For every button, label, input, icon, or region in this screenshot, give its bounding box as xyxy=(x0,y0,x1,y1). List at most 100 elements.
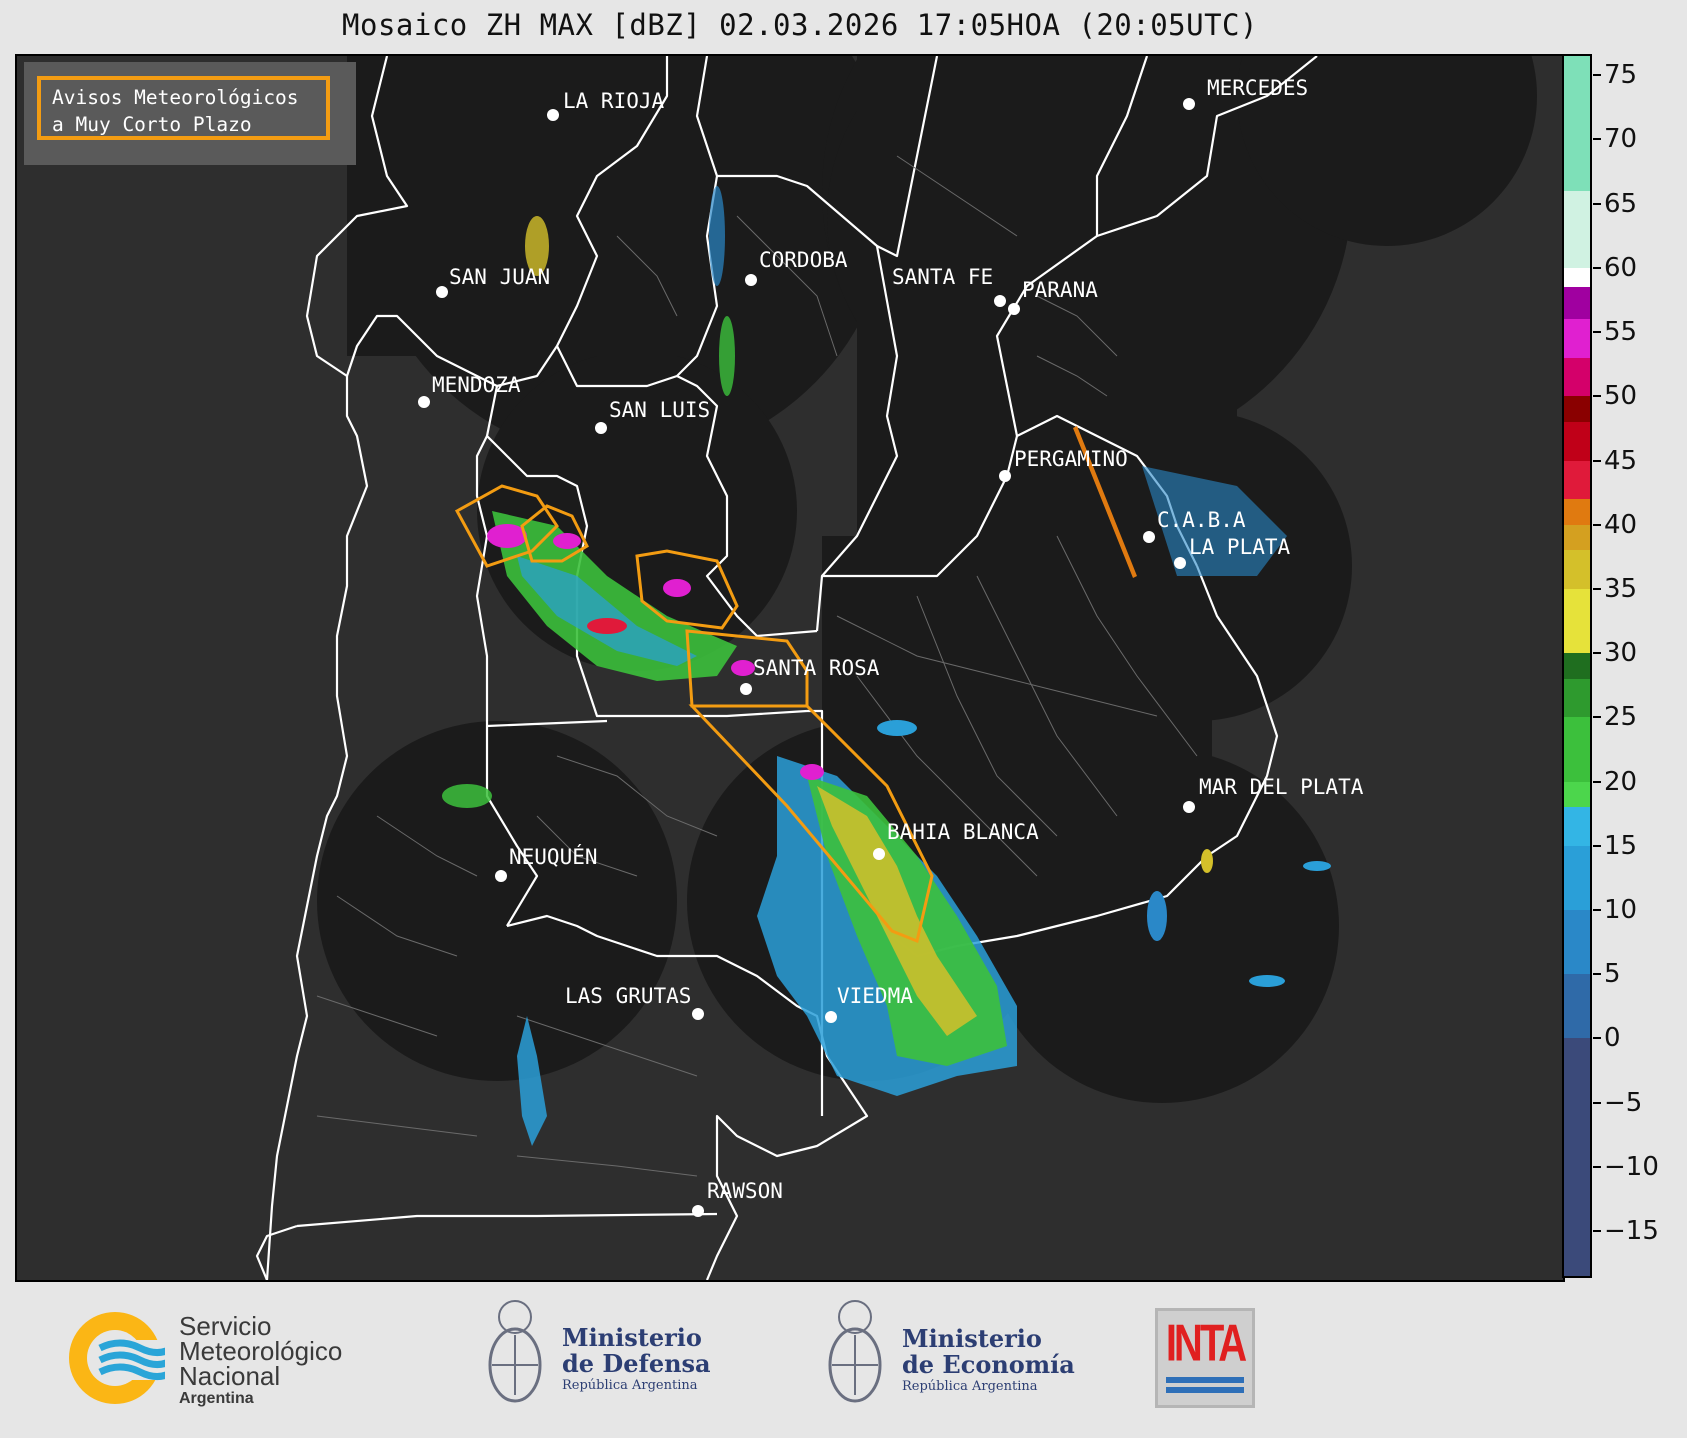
smn-logo-icon xyxy=(69,1312,178,1404)
colorbar-tick-label: 50 xyxy=(1604,381,1638,412)
smn-name-line4: Argentina xyxy=(179,1390,254,1407)
colorbar-segment xyxy=(1564,845,1590,910)
city-dot-caba xyxy=(1143,531,1155,543)
warning-legend-frame: Avisos Meteorológicos a Muy Corto Plazo xyxy=(37,76,330,140)
colorbar-tick xyxy=(1593,1230,1601,1233)
colorbar-tick-label: 0 xyxy=(1604,1023,1621,1054)
colorbar-tick xyxy=(1593,523,1601,526)
city-label-cordoba: CORDOBA xyxy=(759,248,848,272)
colorbar-tick-label: 20 xyxy=(1604,766,1638,797)
city-dot-mendoza xyxy=(418,396,430,408)
colorbar-tick-label: 15 xyxy=(1604,830,1638,861)
footer-logos: Servicio Meteorológico Nacional Argentin… xyxy=(0,1280,1687,1438)
colorbar-tick-label: 45 xyxy=(1604,445,1638,476)
colorbar-tick xyxy=(1593,74,1601,77)
colorbar-tick-label: 10 xyxy=(1604,895,1638,925)
inta-stripes xyxy=(1166,1387,1244,1393)
city-label-santa-fe: SANTA FE xyxy=(892,265,993,289)
city-dot-santa-rosa xyxy=(740,683,752,695)
city-dot-la-plata xyxy=(1174,557,1186,569)
city-dot-bahia-blanca xyxy=(873,848,885,860)
defensa-line3: República Argentina xyxy=(562,1378,698,1393)
colorbar-tick xyxy=(1593,973,1601,976)
inta-stripes xyxy=(1166,1377,1244,1383)
colorbar-tick xyxy=(1593,844,1601,847)
coat-of-arms-icon xyxy=(828,1300,882,1403)
colorbar-segment xyxy=(1564,319,1590,358)
colorbar-tick-label: 65 xyxy=(1604,188,1638,219)
colorbar-tick xyxy=(1593,331,1601,334)
colorbar-segment xyxy=(1564,422,1590,461)
city-label-rawson: RAWSON xyxy=(707,1179,783,1203)
colorbar-segment xyxy=(1564,653,1590,679)
colorbar-tick xyxy=(1593,909,1601,911)
smn-logo: Servicio Meteorológico Nacional Argentin… xyxy=(65,1308,385,1418)
coat-of-arms-icon xyxy=(488,1300,542,1403)
city-dot-la-rioja xyxy=(547,109,559,121)
colorbar-segment xyxy=(1564,910,1590,975)
colorbar-tick-label: 5 xyxy=(1604,959,1621,990)
colorbar-segment xyxy=(1564,974,1590,1039)
colorbar-segment xyxy=(1564,499,1590,525)
defensa-logo: Ministerio de Defensa República Argentin… xyxy=(480,1295,720,1425)
colorbar-tick-label: 70 xyxy=(1604,124,1638,155)
city-label-mar-del-plata: MAR DEL PLATA xyxy=(1199,775,1364,799)
colorbar-segment xyxy=(1564,287,1590,320)
colorbar-segment xyxy=(1564,460,1590,500)
economia-line3: República Argentina xyxy=(902,1379,1038,1394)
colorbar-tick-label: 55 xyxy=(1604,317,1638,348)
colorbar-tick xyxy=(1593,1101,1601,1104)
city-label-neuquen: NEUQUÉN xyxy=(509,844,598,869)
warning-legend: Avisos Meteorológicos a Muy Corto Plazo xyxy=(24,62,356,165)
colorbar-tick-label: −15 xyxy=(1604,1216,1659,1247)
colorbar-tick xyxy=(1593,138,1601,141)
colorbar-tick xyxy=(1593,716,1601,719)
inta-logo: INTA xyxy=(1155,1308,1255,1408)
colorbar-tick-label: 25 xyxy=(1604,702,1638,733)
colorbar xyxy=(1562,54,1592,1278)
city-dot-neuquen xyxy=(495,870,507,882)
city-dot-rawson xyxy=(692,1205,704,1217)
city-dot-mar-del-plata xyxy=(1183,801,1195,813)
city-label-parana: PARANA xyxy=(1022,278,1098,302)
colorbar-tick xyxy=(1593,1037,1601,1040)
city-dot-parana xyxy=(1008,303,1020,315)
colorbar-tick xyxy=(1593,395,1601,398)
map-title: Mosaico ZH MAX [dBZ] 02.03.2026 17:05HOA… xyxy=(342,8,1258,42)
city-label-mendoza: MENDOZA xyxy=(432,373,521,397)
city-label-las-grutas: LAS GRUTAS xyxy=(565,984,691,1008)
radar-map[interactable]: LA RIOJA SAN JUAN CORDOBA SANTA FE PARAN… xyxy=(15,54,1565,1282)
defensa-line2: de Defensa xyxy=(562,1349,711,1378)
city-dot-pergamino xyxy=(999,470,1011,482)
colorbar-tick xyxy=(1593,202,1601,205)
city-dot-santa-fe xyxy=(994,295,1006,307)
inta-text: INTA xyxy=(1165,1315,1247,1373)
economia-logo: Ministerio de Economía República Argenti… xyxy=(820,1295,1080,1425)
city-label-la-rioja: LA RIOJA xyxy=(563,89,665,113)
colorbar-segment xyxy=(1564,190,1590,268)
colorbar-tick-label: 40 xyxy=(1604,509,1638,540)
colorbar-segment xyxy=(1564,550,1590,589)
defensa-line1: Ministerio xyxy=(562,1323,702,1352)
colorbar-segment xyxy=(1564,1038,1590,1276)
colorbar-segment xyxy=(1564,588,1590,654)
city-dot-san-juan xyxy=(436,286,448,298)
colorbar-segment xyxy=(1564,357,1590,397)
city-dot-las-grutas xyxy=(692,1008,704,1020)
warning-legend-line1: Avisos Meteorológicos xyxy=(52,86,299,109)
warning-legend-line2: a Muy Corto Plazo xyxy=(52,113,252,136)
smn-name-line3: Nacional xyxy=(179,1361,281,1391)
city-dot-mercedes xyxy=(1183,98,1195,110)
colorbar-tick-label: −5 xyxy=(1604,1087,1643,1118)
colorbar-tick xyxy=(1593,459,1601,462)
colorbar-segment xyxy=(1564,524,1590,551)
city-label-san-luis: SAN LUIS xyxy=(609,398,710,422)
city-label-santa-rosa: SANTA ROSA xyxy=(753,656,880,680)
city-dot-viedma xyxy=(825,1011,837,1023)
colorbar-tick xyxy=(1593,587,1601,590)
city-dot-cordoba xyxy=(745,274,757,286)
colorbar-tick xyxy=(1593,780,1601,783)
city-label-caba: C.A.B.A xyxy=(1157,508,1246,532)
colorbar-tick xyxy=(1593,266,1601,269)
colorbar-tick-label: 75 xyxy=(1604,60,1638,91)
